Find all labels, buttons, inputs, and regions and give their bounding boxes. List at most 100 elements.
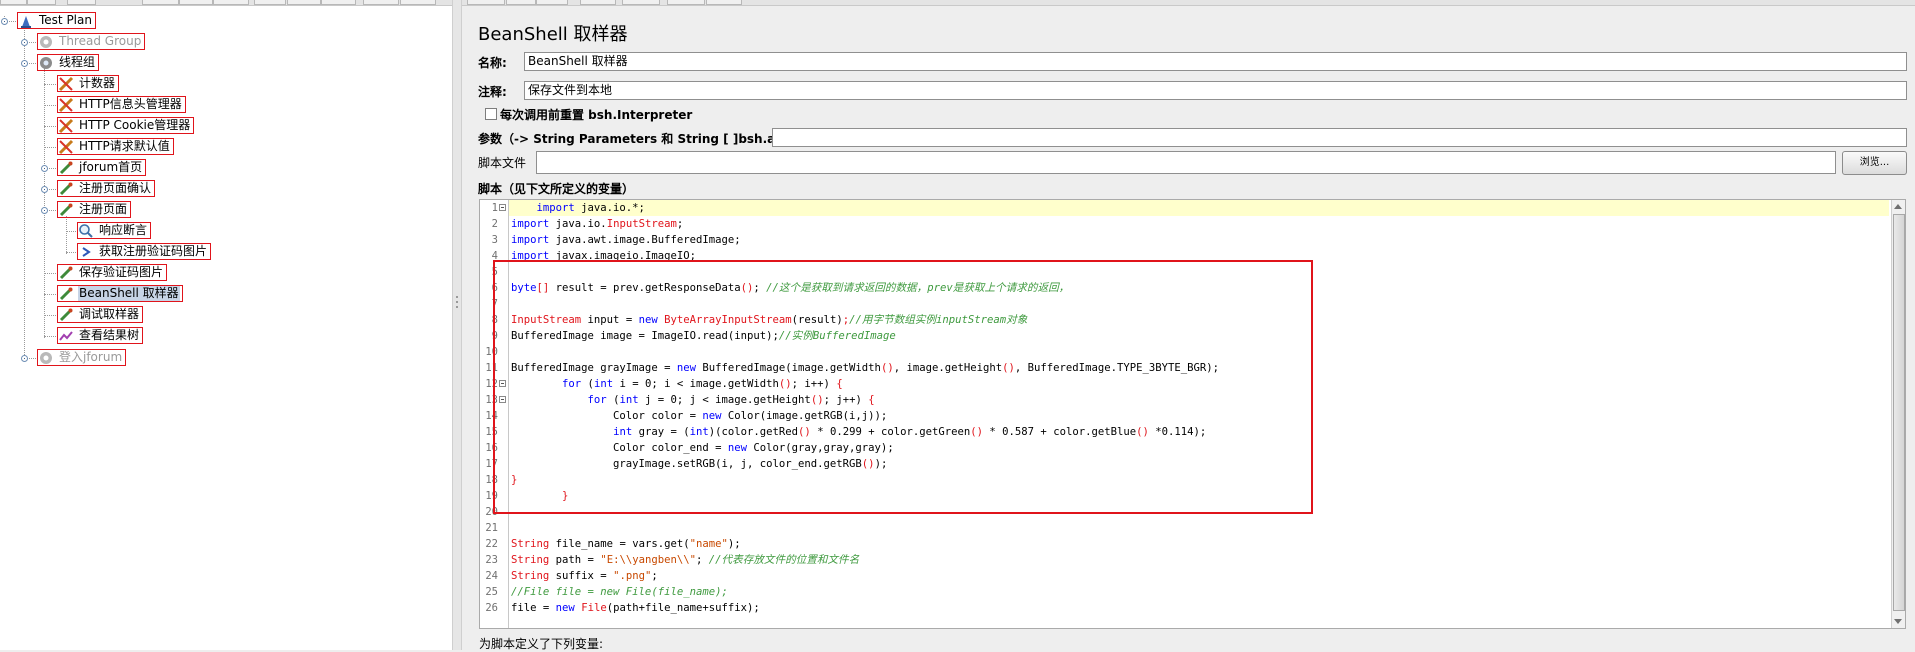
toolbar-button[interactable] (142, 0, 179, 5)
expand-toggle[interactable] (41, 165, 48, 172)
panel-splitter[interactable] (452, 0, 462, 650)
page-title: BeanShell 取样器 (478, 24, 628, 45)
browse-button[interactable]: 浏览... (1842, 151, 1907, 175)
tree-node-login-jforum[interactable]: 登入jforum (37, 349, 127, 366)
sampler-icon (58, 307, 74, 323)
code-line[interactable]: import java.io.InputStream; (511, 216, 683, 232)
scrollbar-thumb[interactable] (1893, 214, 1905, 611)
expand-toggle[interactable] (41, 207, 48, 214)
toolbar-button[interactable] (667, 0, 705, 5)
toolbar-button[interactable] (467, 0, 505, 5)
code-line[interactable]: String file_name = vars.get("name"); (511, 536, 741, 552)
tree-node-register-confirm[interactable]: 注册页面确认 (57, 180, 156, 197)
toolbar-button[interactable] (287, 0, 321, 5)
tree-node-register-page[interactable]: 注册页面 (57, 201, 132, 218)
code-line[interactable]: Color color = new Color(image.getRGB(i,j… (511, 408, 887, 424)
expand-toggle[interactable] (41, 186, 48, 193)
toolbar-button[interactable] (706, 0, 742, 5)
line-number: 2 (491, 218, 498, 230)
line-number: 20 (485, 506, 498, 518)
code-line[interactable]: Color color_end = new Color(gray,gray,gr… (511, 440, 894, 456)
line-number: 24 (485, 570, 498, 582)
tree-node-results-tree[interactable]: 查看结果树 (57, 327, 144, 344)
scroll-down-arrow-icon[interactable] (1894, 619, 1902, 624)
config-element-icon (58, 139, 74, 155)
gear-icon (38, 55, 54, 71)
code-line[interactable]: for (int i = 0; i < image.getWidth(); i+… (511, 376, 843, 392)
name-field[interactable]: BeanShell 取样器 (524, 52, 1907, 71)
code-line[interactable]: BufferedImage image = ImageIO.read(input… (511, 328, 896, 344)
toolbar-button[interactable] (321, 0, 356, 5)
parameters-label: 参数（-> String Parameters 和 String [ ]bsh.… (478, 130, 809, 147)
code-line[interactable]: BufferedImage grayImage = new BufferedIm… (511, 360, 1219, 376)
toolbar-button[interactable] (27, 0, 56, 5)
toolbar-button[interactable] (400, 0, 436, 5)
code-line[interactable]: byte[] result = prev.getResponseData(); … (511, 280, 1069, 296)
fold-toggle[interactable] (499, 396, 506, 403)
code-line[interactable]: import javax.imageio.ImageIO; (511, 248, 696, 264)
toolbar-button[interactable] (506, 0, 536, 5)
code-line[interactable]: //File file = new File(file_name); (511, 584, 728, 600)
line-number: 23 (485, 554, 498, 566)
tree-node-counter[interactable]: 计数器 (57, 75, 120, 92)
code-line[interactable]: int gray = (int)(color.getRed() * 0.299 … (511, 424, 1206, 440)
script-variables-label: 为脚本定义了下列变量: (479, 637, 604, 651)
code-line[interactable]: InputStream input = new ByteArrayInputSt… (511, 312, 1027, 328)
beanshell-sampler-panel: BeanShell 取样器 名称: BeanShell 取样器 注释: 保存文件… (462, 6, 1915, 651)
expand-toggle[interactable] (21, 39, 28, 46)
config-element-icon (58, 118, 74, 134)
toolbar-button[interactable] (363, 0, 399, 5)
script-file-field[interactable] (536, 151, 1836, 174)
fold-toggle[interactable] (499, 204, 506, 211)
reset-interpreter-checkbox[interactable] (485, 108, 497, 120)
code-line[interactable]: } (511, 488, 568, 504)
test-plan-icon (18, 13, 34, 29)
toolbar-button[interactable] (67, 0, 96, 5)
tree-node-thread-group-cn[interactable]: 线程组 (37, 54, 100, 71)
editor-scrollbar[interactable] (1891, 200, 1905, 628)
script-editor[interactable]: 1 2 3 4 5 6 7 8 9 10 11 12 13 14 15 16 1… (479, 199, 1906, 629)
toolbar-button[interactable] (213, 0, 249, 5)
tree-node-header-manager[interactable]: HTTP信息头管理器 (57, 96, 186, 113)
expand-toggle[interactable] (1, 18, 8, 25)
code-line[interactable]: for (int j = 0; j < image.getHeight(); j… (511, 392, 875, 408)
tree-node-save-captcha[interactable]: 保存验证码图片 (57, 264, 168, 281)
code-line[interactable]: grayImage.setRGB(i, j, color_end.getRGB(… (511, 456, 887, 472)
code-line[interactable]: String suffix = ".png"; (511, 568, 658, 584)
tree-node-response-assertion[interactable]: 响应断言 (77, 222, 152, 239)
code-line[interactable]: import java.io.*; (511, 200, 645, 216)
toolbar-button[interactable] (179, 0, 213, 5)
line-number: 8 (491, 314, 498, 326)
toolbar-button[interactable] (536, 0, 568, 5)
fold-toggle[interactable] (499, 380, 506, 387)
parameters-field[interactable] (772, 128, 1907, 147)
sampler-icon (58, 265, 74, 281)
tree-node-captcha-extractor[interactable]: 获取注册验证码图片 (77, 243, 212, 260)
line-number: 6 (491, 282, 498, 294)
line-number: 21 (485, 522, 498, 534)
toolbar-button[interactable] (622, 0, 660, 5)
gear-icon (38, 34, 54, 50)
tree-node-test-plan[interactable]: Test Plan (17, 12, 96, 29)
tree-node-debug-sampler[interactable]: 调试取样器 (57, 306, 144, 323)
tree-node-jforum-home[interactable]: jforum首页 (57, 159, 147, 176)
tree-node-request-defaults[interactable]: HTTP请求默认值 (57, 138, 174, 155)
expand-toggle[interactable] (21, 60, 28, 67)
code-line[interactable]: String path = "E:\\yangben\\"; //代表存放文件的… (511, 552, 859, 568)
tree-node-cookie-manager[interactable]: HTTP Cookie管理器 (57, 117, 195, 134)
config-element-icon (58, 76, 74, 92)
tree-node-beanshell-sampler[interactable]: BeanShell 取样器 (57, 285, 183, 302)
expand-toggle[interactable] (21, 355, 28, 362)
code-line[interactable]: file = new File(path+file_name+suffix); (511, 600, 760, 616)
comment-field[interactable]: 保存文件到本地 (524, 81, 1907, 100)
toolbar-button[interactable] (0, 0, 27, 5)
line-number: 3 (491, 234, 498, 246)
scroll-up-arrow-icon[interactable] (1894, 204, 1902, 209)
comment-label: 注释: (478, 85, 507, 99)
code-line[interactable]: import java.awt.image.BufferedImage; (511, 232, 741, 248)
code-line[interactable]: } (511, 472, 517, 488)
line-number: 22 (485, 538, 498, 550)
tree-node-thread-group[interactable]: Thread Group (37, 33, 146, 50)
toolbar-button[interactable] (580, 0, 616, 5)
toolbar-button[interactable] (254, 0, 286, 5)
